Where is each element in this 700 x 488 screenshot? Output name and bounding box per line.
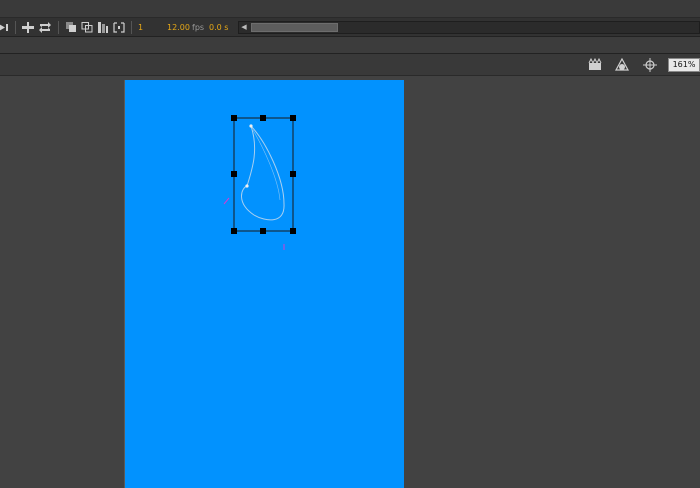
separator bbox=[58, 21, 59, 34]
timeline-panel: 1 12.00 fps 0.0 s ◀ bbox=[0, 0, 700, 37]
step-to-end-icon[interactable] bbox=[0, 21, 11, 34]
elapsed-time-value[interactable]: 0.0 s bbox=[209, 22, 228, 33]
chevron-down-icon[interactable] bbox=[630, 68, 634, 83]
stage-toolbar: 161% bbox=[0, 54, 700, 83]
separator bbox=[131, 21, 132, 34]
timeline-horizontal-scrollbar[interactable]: ◀ bbox=[238, 21, 700, 34]
timeline-controls-bar: 1 12.00 fps 0.0 s ◀ bbox=[0, 17, 700, 37]
snap-icon[interactable] bbox=[642, 58, 658, 72]
separator bbox=[15, 21, 16, 34]
scroll-left-arrow-icon[interactable]: ◀ bbox=[239, 22, 249, 33]
current-frame-number[interactable]: 1 bbox=[138, 22, 143, 33]
scrollbar-thumb[interactable] bbox=[251, 23, 338, 32]
loop-icon[interactable] bbox=[38, 21, 52, 34]
edit-multiple-frames-icon[interactable] bbox=[96, 21, 110, 34]
center-frame-icon[interactable] bbox=[21, 21, 35, 34]
stage-canvas[interactable] bbox=[124, 80, 404, 488]
zoom-level-field[interactable]: 161% bbox=[668, 58, 700, 72]
frame-rate-value[interactable]: 12.00 bbox=[167, 22, 190, 33]
edit-scene-icon[interactable] bbox=[588, 58, 604, 72]
frame-rate-unit: fps bbox=[192, 23, 205, 32]
chevron-down-icon[interactable] bbox=[603, 68, 607, 83]
onion-skin-outlines-icon[interactable] bbox=[80, 21, 94, 34]
onion-skin-icon[interactable] bbox=[64, 21, 78, 34]
edit-symbols-icon[interactable] bbox=[614, 58, 630, 72]
edit-bar bbox=[0, 37, 700, 54]
modify-onion-markers-icon[interactable] bbox=[112, 21, 126, 34]
